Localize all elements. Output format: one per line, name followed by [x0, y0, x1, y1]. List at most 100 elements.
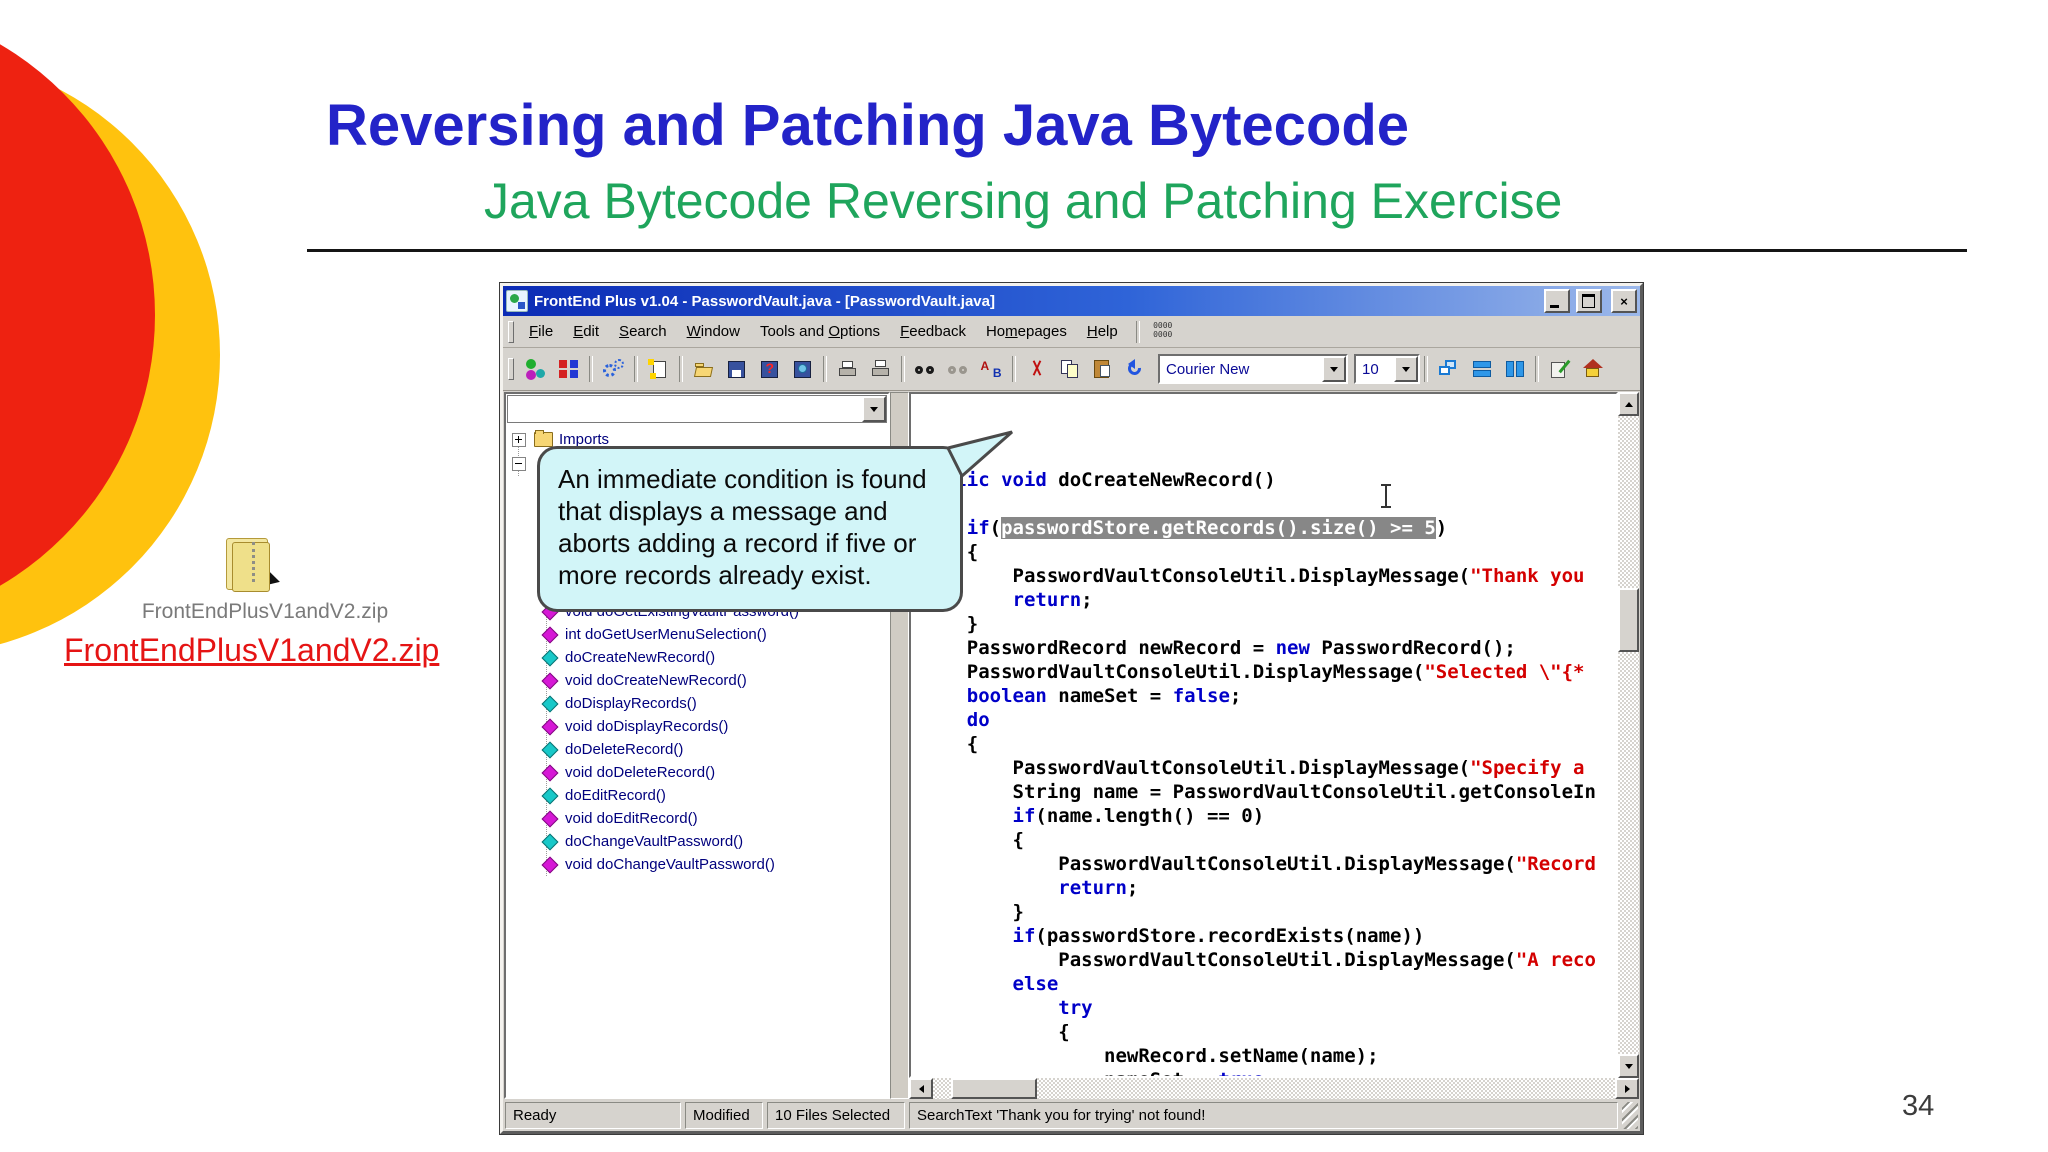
- menu-item-window[interactable]: Window: [677, 320, 750, 343]
- code-line: do: [966, 709, 990, 731]
- code-line: PasswordVaultConsoleUtil.DisplayMessage(…: [921, 661, 1585, 683]
- scroll-left-button[interactable]: [909, 1078, 933, 1099]
- magenta-diamond-icon: [541, 810, 559, 827]
- font-size-drop-button[interactable]: [1394, 356, 1418, 382]
- font-size-combo[interactable]: 10: [1354, 354, 1420, 384]
- tree-item-method[interactable]: int doGetUserMenuSelection(): [540, 623, 767, 646]
- tree-item-label: void doEditRecord(): [565, 810, 698, 827]
- copy-button[interactable]: [1053, 353, 1086, 385]
- tile-vertical-icon: [1503, 358, 1527, 380]
- menu-item-homepages[interactable]: Homepages: [976, 320, 1077, 343]
- scroll-up-button[interactable]: [1618, 392, 1639, 416]
- font-combo-drop-button[interactable]: [1322, 356, 1346, 382]
- toolbar-separator: [901, 356, 905, 382]
- tree-item-method[interactable]: void doChangeVaultPassword(): [540, 853, 775, 876]
- print-setup-button[interactable]: [864, 353, 897, 385]
- menu-item-tools-and-options[interactable]: Tools and Options: [750, 320, 890, 343]
- title-bar[interactable]: FrontEnd Plus v1.04 - PasswordVault.java…: [503, 286, 1640, 316]
- vertical-scroll-thumb[interactable]: [1618, 588, 1639, 652]
- magenta-diamond-icon: [541, 718, 559, 735]
- toolbar-grip[interactable]: [508, 358, 514, 380]
- menu-item-help[interactable]: Help: [1077, 320, 1128, 343]
- find-next-button[interactable]: [942, 353, 975, 385]
- toolbar-separator: [679, 356, 683, 382]
- new-file-icon: [647, 358, 671, 380]
- code-line: PasswordVaultConsoleUtil.DisplayMessage(…: [921, 757, 1585, 779]
- tree-combobox[interactable]: [507, 395, 887, 423]
- batch-button[interactable]: [552, 353, 585, 385]
- collapse-minus-icon[interactable]: [512, 456, 526, 471]
- horizontal-scroll-track[interactable]: [933, 1078, 1615, 1099]
- copy-icon: [1058, 358, 1082, 380]
- cut-button[interactable]: [1020, 353, 1053, 385]
- tree-item-class-node[interactable]: [512, 452, 526, 475]
- tree-item-method[interactable]: doEditRecord(): [540, 784, 666, 807]
- find-next-icon: [947, 358, 971, 380]
- cascade-button[interactable]: [1432, 353, 1465, 385]
- find-button[interactable]: [909, 353, 942, 385]
- print-button[interactable]: [831, 353, 864, 385]
- tree-item-label: doDeleteRecord(): [565, 741, 684, 758]
- horizontal-scrollbar[interactable]: [909, 1078, 1639, 1099]
- new-file-button[interactable]: [642, 353, 675, 385]
- code-line: return;: [1012, 589, 1093, 611]
- tree-item-method[interactable]: doChangeVaultPassword(): [540, 830, 743, 853]
- paste-button[interactable]: [1086, 353, 1119, 385]
- maximize-button[interactable]: [1576, 289, 1602, 313]
- cyan-diamond-icon: [541, 695, 559, 712]
- minimize-button[interactable]: [1544, 289, 1570, 313]
- gears-button[interactable]: [597, 353, 630, 385]
- scroll-down-button[interactable]: [1618, 1054, 1639, 1078]
- tree-item-method[interactable]: void doDisplayRecords(): [540, 715, 728, 738]
- app-icon: [506, 290, 528, 312]
- jar-disk-button[interactable]: [786, 353, 819, 385]
- undo-button[interactable]: [1119, 353, 1152, 385]
- tile-horizontal-button[interactable]: [1465, 353, 1498, 385]
- save-button[interactable]: [720, 353, 753, 385]
- tile-vertical-button[interactable]: [1498, 353, 1531, 385]
- scroll-right-button[interactable]: [1615, 1078, 1639, 1099]
- tree-item-method[interactable]: void doCreateNewRecord(): [540, 669, 747, 692]
- vertical-scrollbar[interactable]: [1618, 392, 1639, 1078]
- menu-item-edit[interactable]: Edit: [563, 320, 609, 343]
- bytecode-icon[interactable]: [1148, 321, 1178, 343]
- menu-grip[interactable]: [508, 320, 514, 343]
- tree-item-method[interactable]: doDeleteRecord(): [540, 738, 683, 761]
- expand-plus-icon[interactable]: [512, 432, 526, 447]
- tree-item-label: doCreateNewRecord(): [565, 649, 716, 666]
- resize-grip[interactable]: [1622, 1102, 1638, 1129]
- help-disk-button[interactable]: [753, 353, 786, 385]
- horizontal-scroll-thumb[interactable]: [951, 1078, 1037, 1099]
- open-button[interactable]: [687, 353, 720, 385]
- tree-item-method[interactable]: doCreateNewRecord(): [540, 646, 715, 669]
- code-line: public void doCreateNewRecord(): [921, 469, 1276, 491]
- help-disk-icon: [758, 358, 782, 380]
- replace-button[interactable]: [975, 353, 1008, 385]
- arrow-down-icon: [1624, 1063, 1633, 1069]
- zip-folder-icon[interactable]: [222, 536, 284, 594]
- code-line: boolean nameSet = false;: [966, 685, 1242, 707]
- font-combo[interactable]: Courier New: [1158, 354, 1348, 384]
- status-ready: Ready: [505, 1102, 681, 1129]
- tree-combobox-drop-button[interactable]: [862, 396, 886, 422]
- menu-item-feedback[interactable]: Feedback: [890, 320, 976, 343]
- zip-download-link[interactable]: FrontEndPlusV1andV2.zip: [64, 632, 439, 669]
- cyan-diamond-icon: [541, 833, 559, 850]
- close-button[interactable]: ×: [1611, 289, 1637, 313]
- slide-title: Reversing and Patching Java Bytecode: [326, 93, 1410, 158]
- callout-text: An immediate condition is found that dis…: [558, 464, 927, 590]
- menu-bar: File Edit Search Window Tools and Options Fee…: [503, 316, 1640, 348]
- decompile-button[interactable]: [519, 353, 552, 385]
- feedback-pen-icon: [1548, 358, 1572, 380]
- code-line: }: [921, 613, 979, 635]
- gears-icon: [602, 358, 626, 380]
- tree-item-method[interactable]: doDisplayRecords(): [540, 692, 697, 715]
- home-button[interactable]: [1576, 353, 1609, 385]
- tree-item-method[interactable]: void doDeleteRecord(): [540, 761, 715, 784]
- menu-item-file[interactable]: File: [519, 320, 563, 343]
- code-editor[interactable]: public void doCreateNewRecord(){ if(pass…: [909, 392, 1618, 1078]
- feedback-pen-button[interactable]: [1543, 353, 1576, 385]
- menu-item-search[interactable]: Search: [609, 320, 677, 343]
- vertical-scroll-track[interactable]: [1618, 416, 1639, 1054]
- tree-item-method[interactable]: void doEditRecord(): [540, 807, 698, 830]
